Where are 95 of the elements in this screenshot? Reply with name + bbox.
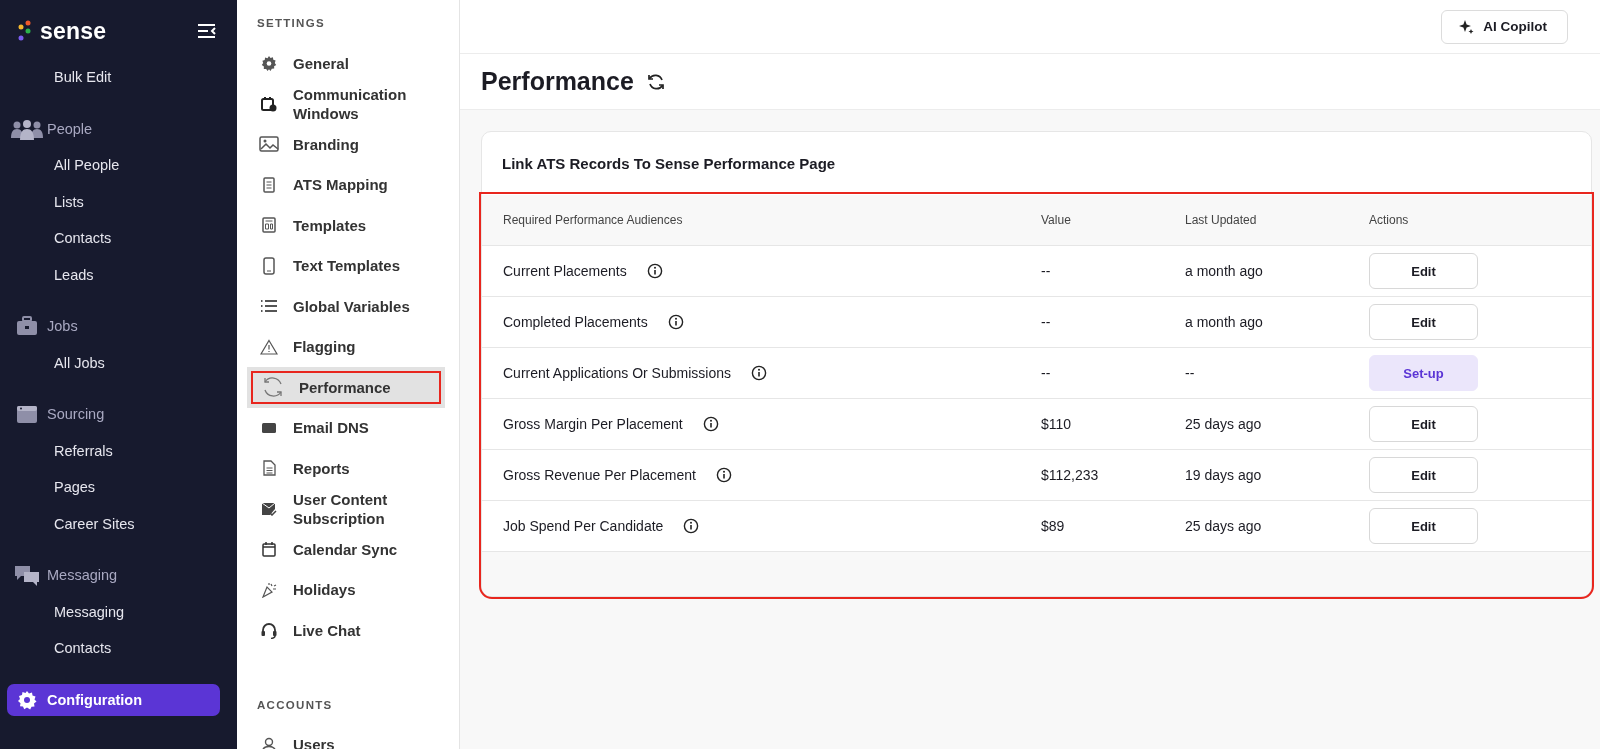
- info-icon: [683, 518, 700, 534]
- gear-icon: [17, 689, 37, 710]
- table-cell-text: a month ago: [1185, 314, 1264, 330]
- audience-name: Current Applications Or Submissions: [503, 365, 731, 381]
- phone-icon: [263, 256, 275, 275]
- browser-window-icon: [16, 404, 38, 425]
- mail-check-icon: [261, 501, 277, 516]
- section-heading: ACCOUNTS: [256, 697, 334, 713]
- collapse-menu-icon[interactable]: [197, 22, 217, 40]
- settings-nav-item[interactable]: Branding: [245, 124, 459, 165]
- brand-name: sense: [40, 17, 107, 45]
- table-cell-text: 25 days ago: [1185, 416, 1263, 432]
- settings-nav-item[interactable]: ATS Mapping: [245, 164, 459, 205]
- table-cell-text: --: [1041, 263, 1052, 279]
- info-icon: [667, 314, 684, 330]
- document-icon: [263, 176, 275, 193]
- edit-button[interactable]: Edit: [1369, 508, 1478, 544]
- settings-nav-item[interactable]: Live Chat: [245, 610, 459, 651]
- column-header: Required Performance Audiences: [503, 213, 684, 227]
- calendar-icon: [262, 541, 276, 558]
- table-cell-text: --: [1185, 365, 1196, 381]
- nav-section-item[interactable]: People: [7, 110, 220, 147]
- card-title: Link ATS Records To Sense Performance Page: [502, 155, 836, 172]
- nav-item[interactable]: Referrals: [7, 432, 220, 469]
- column-header: Value: [1041, 213, 1072, 227]
- nav-item[interactable]: Messaging: [7, 593, 220, 630]
- edit-button[interactable]: Edit: [1369, 253, 1478, 289]
- settings-nav-item[interactable]: Templates: [245, 205, 459, 246]
- nav-item[interactable]: Contacts: [7, 220, 220, 257]
- table-cell-text: --: [1041, 365, 1052, 381]
- refresh-icon: [261, 376, 285, 399]
- briefcase-icon: [16, 316, 38, 337]
- info-icon: [646, 263, 663, 279]
- table-cell-text: 19 days ago: [1185, 467, 1263, 483]
- audience-name: Completed Placements: [503, 314, 648, 330]
- settings-nav-item[interactable]: Reports: [245, 448, 459, 489]
- edit-button[interactable]: Edit: [1369, 304, 1478, 340]
- settings-nav-item[interactable]: Flagging: [245, 326, 459, 367]
- column-header: Last Updated: [1185, 213, 1258, 227]
- audience-name: Current Placements: [503, 263, 627, 279]
- audience-name: Job Spend Per Candidate: [503, 518, 664, 534]
- settings-nav-item[interactable]: Global Variables: [245, 286, 459, 327]
- nav-section-item[interactable]: Jobs: [7, 308, 220, 345]
- nav-section-item[interactable]: Sourcing: [7, 396, 220, 433]
- edit-button[interactable]: Edit: [1369, 406, 1478, 442]
- info-icon: [716, 467, 732, 483]
- image-icon: [259, 136, 279, 153]
- nav-item[interactable]: Career Sites: [7, 505, 220, 542]
- nav-item[interactable]: Pages: [7, 469, 220, 506]
- party-popper-icon: [261, 581, 277, 598]
- settings-nav-item[interactable]: Communication Windows: [245, 83, 459, 124]
- gear-icon: [261, 55, 277, 72]
- table-cell-text: $110: [1041, 416, 1073, 432]
- logo-dots-icon: [18, 20, 32, 42]
- nav-item[interactable]: Bulk Edit: [7, 59, 220, 96]
- settings-nav-item[interactable]: Calendar Sync: [245, 529, 459, 570]
- setup-button[interactable]: Set-up: [1369, 355, 1478, 391]
- settings-nav-item[interactable]: Text Templates: [245, 245, 459, 286]
- nav-item[interactable]: All Jobs: [7, 344, 220, 381]
- calendar-clock-icon: [261, 95, 277, 112]
- layout-icon: [262, 217, 276, 234]
- column-header: Actions: [1369, 213, 1410, 227]
- sparkle-icon: [1458, 18, 1475, 35]
- people-icon: [9, 117, 45, 140]
- info-icon: [751, 365, 767, 381]
- settings-nav-item[interactable]: Performance: [247, 367, 445, 408]
- table-cell-text: $112,233: [1041, 467, 1100, 483]
- list-icon: [260, 299, 278, 314]
- headset-icon: [260, 621, 278, 640]
- warning-icon: [260, 338, 278, 355]
- table-cell-text: --: [1041, 314, 1052, 330]
- table-cell-text: a month ago: [1185, 263, 1264, 279]
- settings-nav-item[interactable]: Email DNS: [245, 407, 459, 448]
- audience-name: Gross Revenue Per Placement: [503, 467, 696, 483]
- report-icon: [262, 460, 276, 477]
- refresh-icon[interactable]: [645, 72, 666, 91]
- user-icon: [261, 736, 277, 749]
- section-heading: SETTINGS: [256, 16, 326, 31]
- chat-bubbles-icon: [14, 564, 40, 587]
- edit-button[interactable]: Edit: [1369, 457, 1478, 493]
- settings-nav-item[interactable]: General: [245, 43, 459, 84]
- nav-item[interactable]: Contacts: [7, 630, 220, 667]
- table-cell-text: $89: [1041, 518, 1066, 534]
- settings-nav-item[interactable]: User Content Subscription: [245, 488, 459, 529]
- nav-section-item[interactable]: Configuration: [7, 683, 220, 716]
- nav-item[interactable]: All People: [7, 147, 220, 184]
- audience-name: Gross Margin Per Placement: [503, 416, 683, 432]
- nav-item[interactable]: Leads: [7, 256, 220, 293]
- nav-section-item[interactable]: Messaging: [7, 557, 220, 594]
- ai-copilot-button[interactable]: AI Copilot: [1441, 9, 1568, 44]
- nav-item[interactable]: Lists: [7, 183, 220, 220]
- info-icon: [702, 416, 719, 432]
- settings-nav-item[interactable]: Holidays: [245, 569, 459, 610]
- table-cell-text: 25 days ago: [1185, 518, 1263, 534]
- page-title: Performance: [481, 67, 634, 96]
